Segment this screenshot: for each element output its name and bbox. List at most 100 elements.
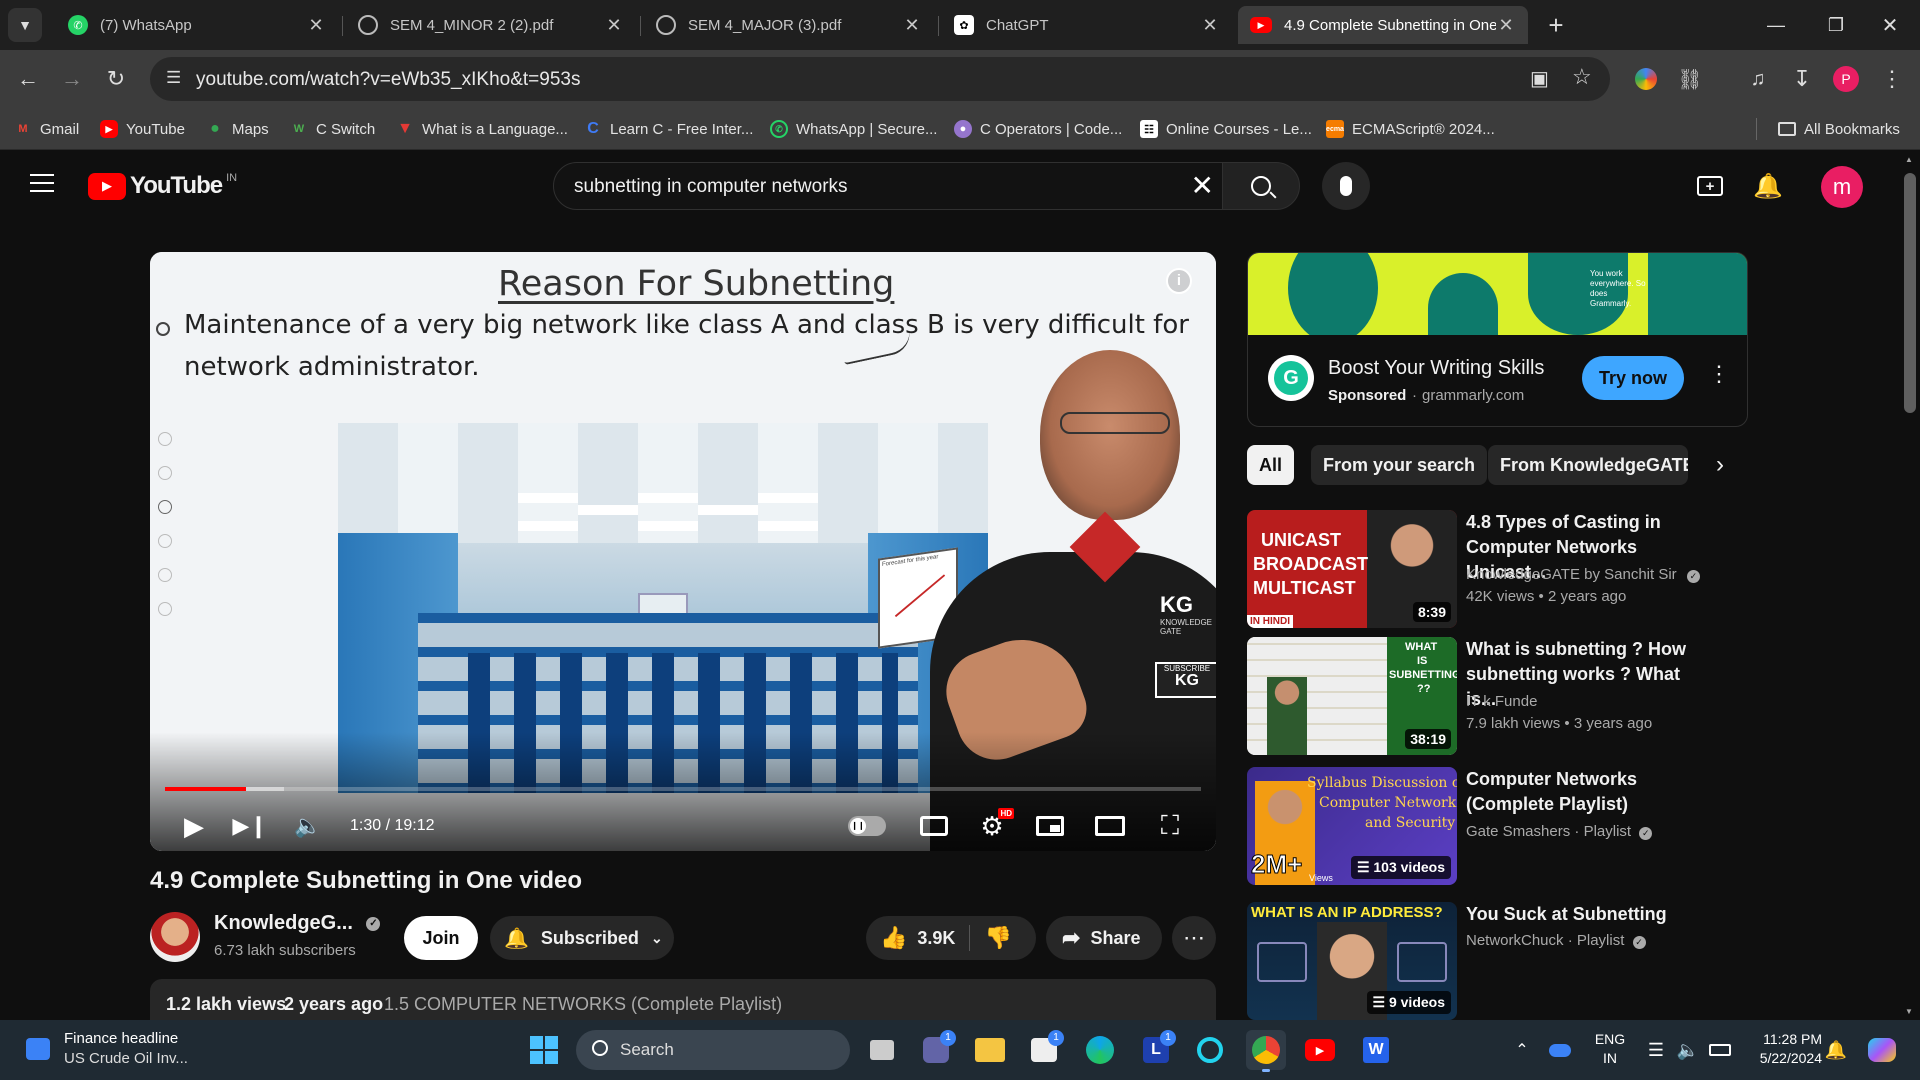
theater-mode-button[interactable] [1090,808,1130,844]
close-icon[interactable]: ✕ [902,15,922,36]
battery-icon[interactable] [1700,1030,1740,1070]
close-icon[interactable]: ✕ [1496,15,1516,36]
progress-bar[interactable] [165,787,1201,791]
more-actions-button[interactable]: ⋯ [1172,916,1216,960]
create-button[interactable]: + [1688,164,1732,208]
channel-name[interactable]: KnowledgeG... ✓ [214,912,381,935]
recommendation-playlist[interactable]: Syllabus Discussion of Computer Networks… [1247,767,1707,887]
miniplayer-button[interactable] [1030,808,1070,844]
close-icon[interactable]: ✕ [604,15,624,36]
notification-bell-icon[interactable]: 🔔 [1816,1030,1856,1070]
tab-chatgpt[interactable]: ✿ ChatGPT ✕ [942,6,1232,44]
task-view-icon[interactable] [862,1030,902,1070]
forward-button[interactable]: → [54,61,90,97]
media-controls-icon[interactable]: ♫ [1740,61,1776,97]
join-button[interactable]: Join [404,916,478,960]
store-icon[interactable]: 1 [1024,1030,1064,1070]
news-widget[interactable]: Finance headline US Crude Oil Inv... [20,1028,220,1072]
back-button[interactable]: ← [10,61,46,97]
minimize-button[interactable]: — [1746,0,1806,50]
chrome-menu-icon[interactable]: ⋮ [1874,61,1910,97]
fullscreen-button[interactable]: ⛶ [1150,808,1190,844]
url-text[interactable]: youtube.com/watch?v=eWb35_xIKho&t=953s [196,69,580,91]
close-window-button[interactable]: ✕ [1860,0,1920,50]
ad-menu-icon[interactable]: ⋮ [1708,361,1730,387]
all-bookmarks[interactable]: All Bookmarks [1778,118,1900,140]
clock[interactable]: 11:28 PM 5/22/2024 [1742,1030,1822,1070]
notifications-button[interactable]: 🔔 [1746,164,1790,208]
tab-whatsapp[interactable]: ✆ (7) WhatsApp ✕ [56,6,338,44]
chip-from-knowledgegate[interactable]: From KnowledgeGATE [1488,445,1688,485]
bookmark-whatsapp[interactable]: ✆ WhatsApp | Secure... [770,118,937,140]
account-avatar[interactable]: m [1821,166,1863,208]
close-icon[interactable]: ✕ [306,15,326,36]
chips-next-icon[interactable]: › [1700,445,1740,485]
install-app-icon[interactable]: ▣ [1530,66,1549,91]
try-now-button[interactable]: Try now [1582,356,1684,400]
show-hidden-icons[interactable]: ⌃ [1502,1030,1542,1070]
page-scrollbar[interactable]: ▲ ▼ [1900,151,1920,1020]
autoplay-toggle[interactable]: ❙❙ [848,816,886,836]
new-tab-button[interactable]: + [1538,7,1574,43]
copilot-icon[interactable] [1862,1030,1902,1070]
teams-icon[interactable]: 1 [916,1030,956,1070]
bookmark-maps[interactable]: ● Maps [206,118,269,140]
recommendation-item[interactable]: UNICAST BROADCAST MULTICAST IN HINDI 8:3… [1247,510,1707,630]
color-extension-icon[interactable] [1628,61,1664,97]
volume-button[interactable]: 🔈 [290,808,326,844]
chip-from-your-search[interactable]: From your search [1311,445,1488,485]
like-button[interactable]: 👍 3.9K [866,916,955,960]
search-button[interactable] [1222,162,1300,210]
video-thumbnail[interactable]: UNICAST BROADCAST MULTICAST IN HINDI 8:3… [1247,510,1457,628]
tab-search-button[interactable]: ▼ [8,8,42,42]
site-info-icon[interactable]: ☰ [166,68,181,88]
playlist-title[interactable]: Computer Networks (Complete Playlist) [1466,767,1706,817]
extensions-icon[interactable]: ⛓ [1672,61,1708,97]
tab-sem4-major[interactable]: SEM 4_MAJOR (3).pdf ✕ [644,6,934,44]
onedrive-icon[interactable] [1540,1030,1580,1070]
settings-button[interactable]: ⚙ HD [972,808,1014,844]
share-button[interactable]: ➦ Share [1046,916,1162,960]
bookmark-c-switch[interactable]: W C Switch [290,118,375,140]
playlist-title[interactable]: You Suck at Subnetting [1466,902,1706,927]
subscribed-button[interactable]: 🔔 Subscribed ⌄ [490,916,674,960]
download-icon[interactable]: ↧ [1784,61,1820,97]
bookmark-c-operators[interactable]: ● C Operators | Code... [954,118,1122,140]
taskbar-search[interactable]: Search [576,1030,850,1070]
voice-search-button[interactable] [1322,162,1370,210]
start-button[interactable] [524,1030,564,1070]
recommendation-item[interactable]: WHAT IS SUBNETTING ?? 38:19 What is subn… [1247,637,1707,757]
bookmark-gmail[interactable]: M Gmail [14,118,79,140]
l-app-icon[interactable]: L 1 [1136,1030,1176,1070]
cortana-icon[interactable] [1190,1030,1230,1070]
next-button[interactable]: ▶❙ [232,808,268,844]
search-input[interactable]: subnetting in computer networks [574,176,848,198]
tab-youtube-active[interactable]: ▶ 4.9 Complete Subnetting in One ✕ [1238,6,1528,44]
reload-button[interactable]: ↻ [98,61,134,97]
chrome-icon[interactable] [1246,1030,1286,1072]
video-player[interactable]: Reason For Subnetting Maintenance of a v… [150,252,1216,851]
language-indicator[interactable]: ENG IN [1590,1030,1630,1070]
video-thumbnail[interactable]: WHAT IS SUBNETTING ?? 38:19 [1247,637,1457,755]
search-box[interactable]: subnetting in computer networks ✕ [553,162,1223,210]
youtube-logo[interactable]: ▶ YouTube IN [88,171,237,201]
bookmark-online-courses[interactable]: ☷ Online Courses - Le... [1140,118,1312,140]
close-icon[interactable]: ✕ [1200,15,1220,36]
hamburger-menu-icon[interactable] [30,174,56,194]
dislike-button[interactable]: 👎 [970,916,1011,960]
chip-all[interactable]: All [1247,445,1295,485]
edge-icon[interactable] [1080,1030,1120,1070]
profile-avatar[interactable]: P [1828,61,1864,97]
word-icon[interactable]: W [1356,1030,1396,1070]
scrollbar-thumb[interactable] [1904,173,1916,413]
info-icon[interactable]: i [1166,268,1192,294]
playlist-thumbnail[interactable]: Syllabus Discussion of Computer Networks… [1247,767,1457,885]
channel-avatar[interactable] [150,912,200,962]
clear-search-icon[interactable]: ✕ [1191,169,1214,202]
bookmark-ecmascript[interactable]: ecma ECMAScript® 2024... [1326,118,1495,140]
playlist-thumbnail[interactable]: WHAT IS AN IP ADDRESS? ☰ 9 videos [1247,902,1457,1020]
address-bar[interactable]: ☰ youtube.com/watch?v=eWb35_xIKho&t=953s… [150,57,1610,101]
sponsored-ad[interactable]: You work everywhere. So does Grammarly. … [1247,252,1748,427]
bookmark-star-icon[interactable]: ☆ [1572,64,1592,90]
description-box[interactable]: 1.2 lakh views 2 years ago 1.5 COMPUTER … [150,979,1216,1020]
